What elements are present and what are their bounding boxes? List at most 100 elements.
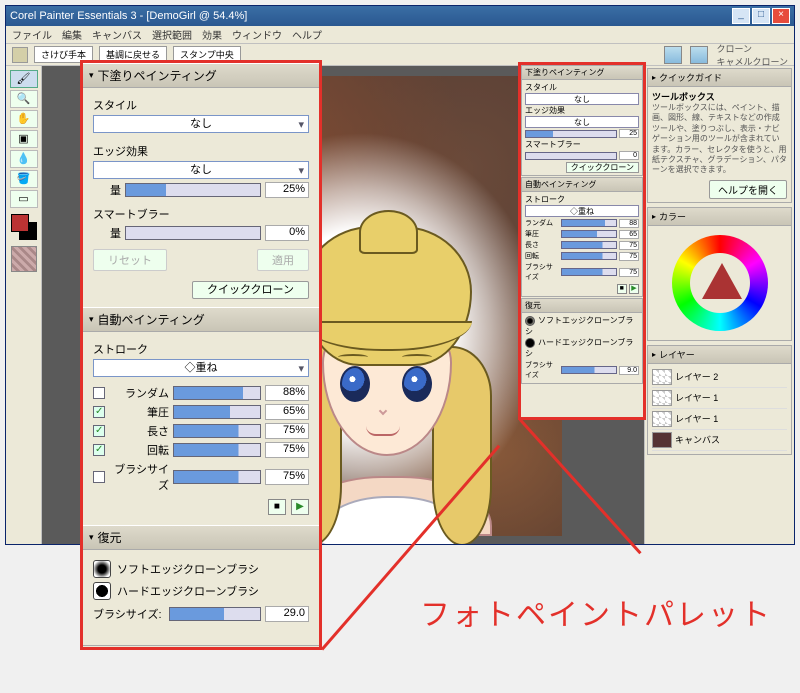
pressure-slider[interactable]: [173, 405, 261, 419]
amount-value: 25%: [265, 182, 309, 198]
restore-header[interactable]: ▾ 復元: [83, 525, 319, 550]
magnifier-tool[interactable]: 🔍: [10, 90, 38, 108]
hand-icon: ✋: [11, 111, 37, 127]
color-swatch[interactable]: [11, 214, 37, 240]
brush-icon: 🖌: [11, 71, 37, 87]
layer-row[interactable]: レイヤー 2: [652, 367, 787, 388]
blur-amount-label: 量: [93, 225, 121, 241]
help-heading: ツールボックス: [652, 92, 715, 102]
soft-edge-radio[interactable]: [93, 560, 111, 578]
mini-soft-radio[interactable]: [525, 316, 535, 326]
eraser-icon: ▭: [11, 191, 37, 207]
autopaint-header[interactable]: ▾ 自動ペインティング: [83, 307, 319, 332]
mini-brushsize-slider[interactable]: [561, 366, 617, 374]
amount-slider[interactable]: [125, 183, 261, 197]
menu-select[interactable]: 選択範囲: [152, 27, 192, 42]
mini-stop-button[interactable]: ■: [617, 284, 627, 294]
layer-row[interactable]: キャンバス: [652, 430, 787, 451]
menu-help[interactable]: ヘルプ: [292, 27, 322, 42]
brush-category-selector[interactable]: [664, 46, 682, 64]
style-select[interactable]: なし: [93, 115, 309, 133]
hard-edge-label: ハードエッジクローンブラシ: [117, 583, 259, 599]
crop-tool[interactable]: ▣: [10, 130, 38, 148]
length-checkbox[interactable]: [93, 425, 105, 437]
rotate-slider[interactable]: [173, 443, 261, 457]
stroke-select[interactable]: ◇重ね: [93, 359, 309, 377]
close-button[interactable]: ×: [772, 8, 790, 24]
dropper-tool[interactable]: 💧: [10, 150, 38, 168]
hand-tool[interactable]: ✋: [10, 110, 38, 128]
blur-slider[interactable]: [125, 226, 261, 240]
paper-selector[interactable]: [11, 246, 37, 272]
mini-amount-slider[interactable]: [525, 130, 617, 138]
mini-hard-radio[interactable]: [525, 338, 535, 348]
help-panel-title: クイックガイド: [659, 71, 722, 84]
pressure-value: 65%: [265, 404, 309, 420]
home-icon[interactable]: [12, 47, 28, 63]
edge-select[interactable]: なし: [93, 161, 309, 179]
help-panel: ▸クイックガイド ツールボックス ツールボックスには、ペイント、描画、図形、線、…: [647, 68, 792, 203]
maximize-button[interactable]: □: [752, 8, 770, 24]
color-panel-title: カラー: [659, 210, 686, 223]
color-wheel[interactable]: [672, 235, 768, 331]
mini-stroke-select[interactable]: ◇重ね: [525, 205, 639, 217]
layer-row[interactable]: レイヤー 1: [652, 388, 787, 409]
tab-stamp[interactable]: スタンプ中央: [173, 46, 241, 63]
mini-edge-label: エッジ効果: [525, 105, 639, 116]
blur-label: スマートブラー: [93, 206, 309, 222]
mini-blur-value: 0: [619, 151, 639, 160]
eraser-tool[interactable]: ▭: [10, 190, 38, 208]
rotate-checkbox[interactable]: [93, 444, 105, 456]
brush-variant-selector[interactable]: [690, 46, 708, 64]
size-slider[interactable]: [173, 470, 261, 484]
layer-row[interactable]: レイヤー 1: [652, 409, 787, 430]
annotation-label: フォトペイントパレット: [420, 590, 772, 634]
soft-edge-label: ソフトエッジクローンブラシ: [117, 561, 259, 577]
mini-style-select[interactable]: なし: [525, 93, 639, 105]
mini-random-slider[interactable]: [561, 219, 617, 227]
mini-quickclone-button[interactable]: クイッククローン: [566, 162, 639, 173]
pressure-label: 筆圧: [109, 404, 169, 420]
mini-play-button[interactable]: ▶: [629, 284, 639, 294]
reset-button[interactable]: リセット: [93, 249, 167, 271]
mini-pressure-slider[interactable]: [561, 230, 617, 238]
autopaint-title: 自動ペインティング: [98, 311, 205, 328]
brush-tool[interactable]: 🖌: [10, 70, 38, 88]
stop-button[interactable]: ■: [268, 499, 286, 515]
magnifier-icon: 🔍: [11, 91, 37, 107]
play-button[interactable]: ▶: [291, 499, 309, 515]
menu-effect[interactable]: 効果: [202, 27, 222, 42]
crop-icon: ▣: [11, 131, 37, 147]
tab-drawing[interactable]: さけび手本: [34, 46, 93, 63]
mini-blur-slider[interactable]: [525, 152, 617, 160]
mini-length-slider[interactable]: [561, 241, 617, 249]
underpaint-header[interactable]: ▾ 下塗りペインティング: [83, 63, 319, 88]
quick-clone-button[interactable]: クイッククローン: [192, 281, 309, 299]
size-checkbox[interactable]: [93, 471, 105, 483]
menu-file[interactable]: ファイル: [12, 27, 52, 42]
length-slider[interactable]: [173, 424, 261, 438]
hard-edge-radio[interactable]: [93, 582, 111, 600]
brushsize-slider[interactable]: [169, 607, 261, 621]
mini-style-label: スタイル: [525, 82, 639, 93]
length-value: 75%: [265, 423, 309, 439]
menu-canvas[interactable]: キャンバス: [92, 27, 142, 42]
menu-bar: ファイル 編集 キャンバス 選択範囲 効果 ウィンドウ ヘルプ: [6, 26, 794, 44]
menu-edit[interactable]: 編集: [62, 27, 82, 42]
menu-window[interactable]: ウィンドウ: [232, 27, 282, 42]
open-help-button[interactable]: ヘルプを開く: [709, 180, 787, 199]
tab-base[interactable]: 基調に戻せる: [99, 46, 167, 63]
mini-size-slider[interactable]: [561, 268, 617, 276]
mini-edge-select[interactable]: なし: [525, 116, 639, 128]
random-slider[interactable]: [173, 386, 261, 400]
apply-button[interactable]: 適用: [257, 249, 309, 271]
layers-panel: ▸レイヤー レイヤー 2 レイヤー 1 レイヤー 1 キャンバス: [647, 345, 792, 455]
blur-value: 0%: [265, 225, 309, 241]
random-label: ランダム: [109, 385, 169, 401]
amount-label: 量: [93, 182, 121, 198]
minimize-button[interactable]: _: [732, 8, 750, 24]
pressure-checkbox[interactable]: [93, 406, 105, 418]
random-checkbox[interactable]: [93, 387, 105, 399]
bucket-tool[interactable]: 🪣: [10, 170, 38, 188]
mini-rotate-slider[interactable]: [561, 252, 617, 260]
